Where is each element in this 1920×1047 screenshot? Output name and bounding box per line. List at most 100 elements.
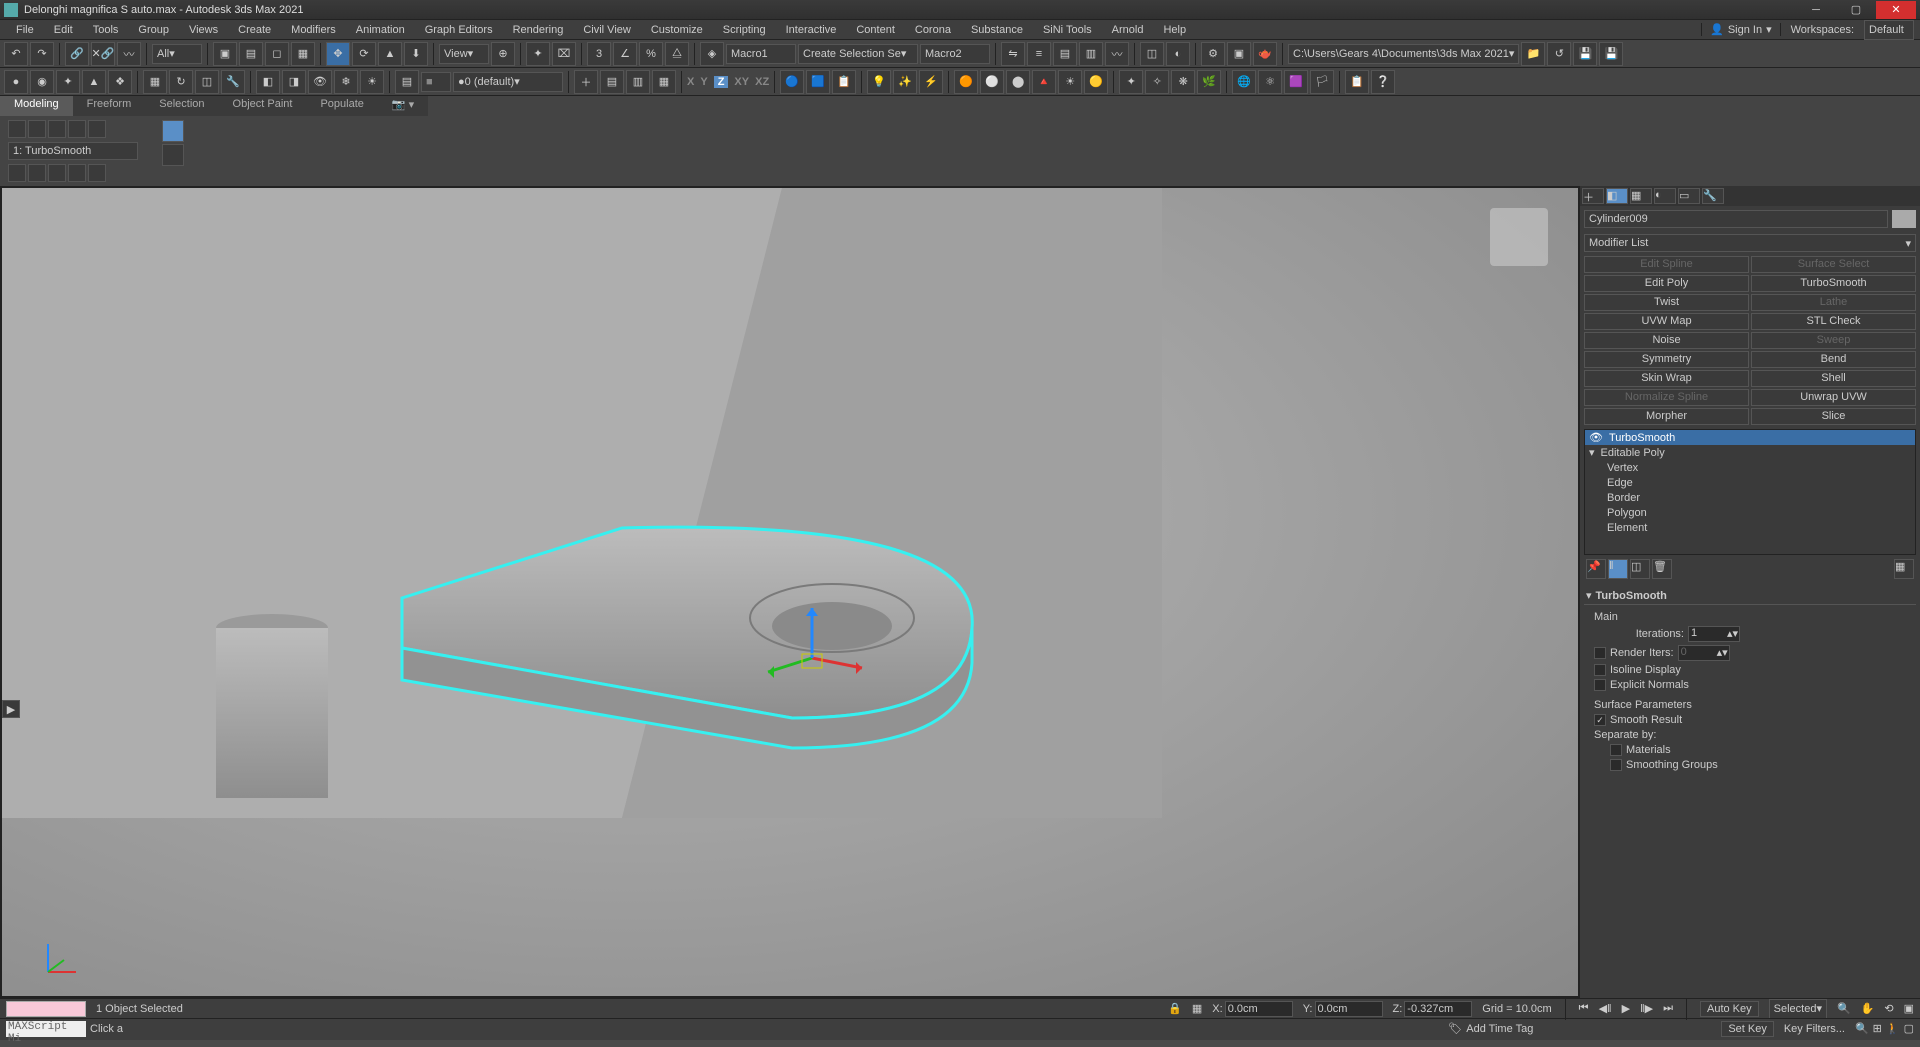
select-rotate-button[interactable]: ⟳: [352, 42, 376, 66]
ribbon-camera-icon[interactable]: 📷 ▾: [378, 96, 428, 116]
menu-edit[interactable]: Edit: [44, 22, 83, 38]
explicit-normals-checkbox[interactable]: [1594, 679, 1606, 691]
object-name-input[interactable]: [1584, 210, 1888, 228]
layer-dropdown[interactable]: ● 0 (default) ▾: [453, 72, 563, 92]
viewport[interactable]: [+] [Orthographic] [Standard] [Model Ass…: [0, 186, 1580, 998]
window-crossing-button[interactable]: ▦: [291, 42, 315, 66]
link-button[interactable]: 🔗: [65, 42, 89, 66]
sign-in-button[interactable]: 👤 Sign In ▾: [1701, 23, 1780, 36]
ribbon-tab-populate[interactable]: Populate: [306, 96, 377, 116]
render-setup-button[interactable]: ⚙: [1201, 42, 1225, 66]
time-end-button[interactable]: ⏭: [1663, 1002, 1673, 1015]
keyboard-shortcut-button[interactable]: ⌧: [552, 42, 576, 66]
mod-lathe-button[interactable]: Lathe: [1751, 294, 1916, 311]
maximize-button[interactable]: ▢: [1836, 1, 1876, 19]
sun-icon[interactable]: ☀: [1058, 70, 1082, 94]
menu-help[interactable]: Help: [1153, 22, 1196, 38]
help-icon[interactable]: ❔: [1371, 70, 1395, 94]
add-layer-button[interactable]: ＋: [574, 70, 598, 94]
project-path-field[interactable]: C:\Users\Gears 4\Documents\3ds Max 2021 …: [1288, 44, 1519, 64]
selection-filter-dropdown[interactable]: All ▾: [152, 44, 202, 64]
smooth-result-checkbox[interactable]: [1594, 714, 1606, 726]
motion-button[interactable]: ↻: [169, 70, 193, 94]
utilities-button[interactable]: 🔧: [221, 70, 245, 94]
mod-sweep-button[interactable]: Sweep: [1751, 332, 1916, 349]
minimize-button[interactable]: ─: [1796, 1, 1836, 19]
menu-interactive[interactable]: Interactive: [776, 22, 847, 38]
object-color-swatch[interactable]: [1892, 210, 1916, 228]
layer4-button[interactable]: ▦: [652, 70, 676, 94]
lock-icon[interactable]: 🔒: [1168, 1002, 1182, 1015]
edit-selection-set-button[interactable]: ◈: [700, 42, 724, 66]
sep-materials-checkbox[interactable]: [1610, 744, 1622, 756]
nav-zoomall-button[interactable]: 🔍: [1855, 1022, 1869, 1035]
stack-turbosmooth[interactable]: 👁TurboSmooth: [1585, 430, 1915, 445]
mod-uvwmap-button[interactable]: UVW Map: [1584, 313, 1749, 330]
subobj-border-button[interactable]: [48, 120, 66, 138]
scatter4-button[interactable]: 🌿: [1197, 70, 1221, 94]
ribbon-panel-name[interactable]: 1: TurboSmooth: [8, 142, 138, 160]
mod-symmetry-button[interactable]: Symmetry: [1584, 351, 1749, 368]
key-filters-button[interactable]: Key Filters...: [1778, 1022, 1851, 1036]
key-mode-dropdown[interactable]: Selected ▾: [1769, 999, 1827, 1019]
axis-y-button[interactable]: Y: [700, 76, 707, 88]
stack-edge[interactable]: Edge: [1585, 475, 1915, 490]
stack-polygon[interactable]: Polygon: [1585, 505, 1915, 520]
layer3-button[interactable]: ▥: [626, 70, 650, 94]
select-rect-button[interactable]: ◻: [265, 42, 289, 66]
align-button[interactable]: ≡: [1027, 42, 1051, 66]
mod-normspline-button[interactable]: Normalize Spline: [1584, 389, 1749, 406]
time-prev-button[interactable]: ◀‖: [1599, 1002, 1612, 1015]
stack-border[interactable]: Border: [1585, 490, 1915, 505]
axis-z-button[interactable]: Z: [714, 76, 729, 88]
saveas-button[interactable]: 💾: [1599, 42, 1623, 66]
iso-sel2-button[interactable]: ◨: [282, 70, 306, 94]
sphere-yellow-icon[interactable]: 🟡: [1084, 70, 1108, 94]
sphere-cone-icon[interactable]: 🔺: [1032, 70, 1056, 94]
menu-sinitools[interactable]: SiNi Tools: [1033, 22, 1102, 38]
ribbon-tab-modeling[interactable]: Modeling: [0, 96, 73, 116]
mod-slice-button[interactable]: Slice: [1751, 408, 1916, 425]
display-button[interactable]: ◫: [195, 70, 219, 94]
axis-xz-button[interactable]: XZ: [755, 76, 769, 88]
bind-spacewarp-button[interactable]: 〰: [117, 42, 141, 66]
subobj-element-button[interactable]: [88, 120, 106, 138]
hierarchy-tab-icon[interactable]: ▦: [1630, 188, 1652, 204]
nav-walk-button[interactable]: 🚶: [1886, 1022, 1900, 1035]
setkey-button[interactable]: Set Key: [1721, 1021, 1774, 1037]
layer2-button[interactable]: ▤: [600, 70, 624, 94]
named-selection-dropdown[interactable]: Create Selection Se ▾: [798, 44, 918, 64]
menu-create[interactable]: Create: [228, 22, 281, 38]
ribbon-tab-selection[interactable]: Selection: [145, 96, 218, 116]
menu-substance[interactable]: Substance: [961, 22, 1033, 38]
show-end-result-button[interactable]: ‖: [1608, 559, 1628, 579]
cage-off-button[interactable]: [162, 144, 184, 166]
menu-tools[interactable]: Tools: [83, 22, 129, 38]
square-purple-icon[interactable]: 🟪: [1284, 70, 1308, 94]
layer-color[interactable]: ■: [421, 72, 451, 92]
subobj-poly-button[interactable]: [68, 120, 86, 138]
ribbon-tab-objectpaint[interactable]: Object Paint: [219, 96, 307, 116]
undo-button[interactable]: ↶: [4, 42, 28, 66]
time-rewind-button[interactable]: ⏮: [1579, 1002, 1589, 1015]
mod-editpoly-button[interactable]: Edit Poly: [1584, 275, 1749, 292]
select-scale-button[interactable]: ▲: [378, 42, 402, 66]
scatter2-button[interactable]: ✧: [1145, 70, 1169, 94]
make-unique-button[interactable]: ◫: [1630, 559, 1650, 579]
nav-zoom-button[interactable]: 🔍: [1837, 1002, 1851, 1015]
ribbon-tab-freeform[interactable]: Freeform: [73, 96, 146, 116]
select-manipulate-button[interactable]: ✦: [526, 42, 550, 66]
configure-sets-button[interactable]: ▦: [1894, 559, 1914, 579]
render-frame-button[interactable]: ▣: [1227, 42, 1251, 66]
mat3-button[interactable]: 📋: [832, 70, 856, 94]
use-pivot-button[interactable]: ⊕: [491, 42, 515, 66]
tool-c-button[interactable]: [48, 164, 66, 182]
menu-civilview[interactable]: Civil View: [573, 22, 640, 38]
spinner-snap-button[interactable]: ⧋: [665, 42, 689, 66]
menu-grapheditors[interactable]: Graph Editors: [415, 22, 503, 38]
create-light-button[interactable]: ✦: [56, 70, 80, 94]
mod-stlcheck-button[interactable]: STL Check: [1751, 313, 1916, 330]
time-next-button[interactable]: ‖▶: [1640, 1002, 1653, 1015]
snap-icon[interactable]: ▦: [1192, 1002, 1202, 1015]
timetag-icon[interactable]: 🏷: [1448, 1022, 1462, 1035]
